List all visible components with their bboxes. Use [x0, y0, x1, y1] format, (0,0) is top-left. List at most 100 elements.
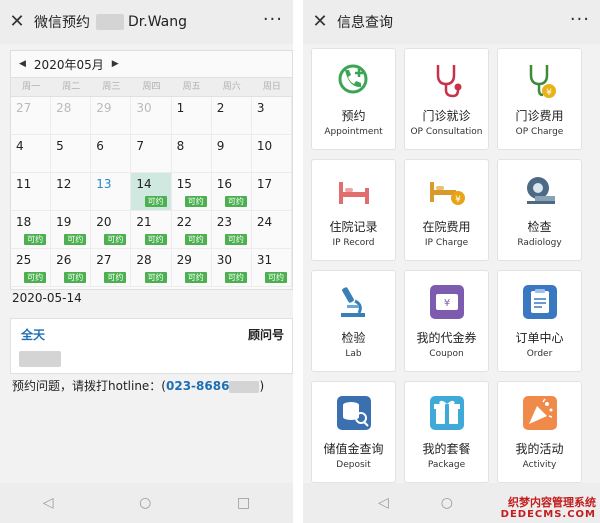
- calendar-day[interactable]: 29: [91, 97, 132, 135]
- close-icon[interactable]: ✕: [303, 0, 337, 44]
- available-badge: 可约: [64, 272, 87, 283]
- calendar-day[interactable]: 4: [11, 135, 52, 173]
- redacted-digits: [229, 380, 260, 393]
- hotline-number[interactable]: 023-8686: [166, 379, 229, 393]
- service-tile[interactable]: 预约 Appointment: [311, 48, 396, 150]
- back-icon[interactable]: ◁: [43, 495, 54, 511]
- calendar-day[interactable]: 2: [211, 97, 252, 135]
- calendar-day[interactable]: 23 可约: [211, 211, 252, 249]
- calendar-day[interactable]: 22 可约: [171, 211, 212, 249]
- calendar-day[interactable]: 8: [171, 135, 212, 173]
- tile-label-en: IP Record: [332, 238, 375, 248]
- ct-scanner-icon: [517, 168, 563, 214]
- calendar-day[interactable]: 20 可约: [91, 211, 132, 249]
- calendar-day[interactable]: 27: [11, 97, 52, 135]
- day-number: 29: [96, 101, 112, 115]
- weekday-label: 周三: [102, 82, 121, 92]
- calendar-day[interactable]: 6: [91, 135, 132, 173]
- close-icon[interactable]: ✕: [0, 0, 34, 44]
- tile-label-cn: 我的活动: [515, 442, 564, 456]
- home-icon[interactable]: ○: [441, 495, 453, 511]
- calendar-day[interactable]: 13: [91, 173, 132, 211]
- calendar-day[interactable]: 24: [251, 211, 292, 249]
- appointment-screen: ✕ 微信预约 Dr.Wang ··· ◀ 2020年05月 ▶ 周一 周二 周三 周四…: [0, 0, 293, 523]
- calendar-day[interactable]: 1: [171, 97, 212, 135]
- service-tile[interactable]: 检验 Lab: [311, 270, 396, 372]
- day-number: 13: [96, 177, 112, 191]
- home-icon[interactable]: ○: [139, 495, 151, 511]
- svg-text:¥: ¥: [455, 195, 461, 205]
- day-number: 28: [56, 101, 72, 115]
- redacted-name: [96, 14, 124, 30]
- calendar-day[interactable]: 18 可约: [11, 211, 52, 249]
- available-badge: 可约: [64, 234, 87, 245]
- page-title: 信息查询: [337, 15, 393, 31]
- calendar-day[interactable]: 28: [51, 97, 92, 135]
- all-day-label: 全天: [21, 328, 46, 342]
- calendar-day[interactable]: 16 可约: [211, 173, 252, 211]
- service-tile[interactable]: ¥ 我的代金券 Coupon: [404, 270, 489, 372]
- service-tile[interactable]: ¥ 在院费用 IP Charge: [404, 159, 489, 261]
- service-tile[interactable]: 我的套餐 Package: [404, 381, 489, 483]
- service-tile[interactable]: 检查 Radiology: [497, 159, 582, 261]
- calendar-day[interactable]: 30 可约: [211, 249, 252, 287]
- more-icon[interactable]: ···: [263, 0, 283, 40]
- calendar-day[interactable]: 29 可约: [171, 249, 212, 287]
- service-tile[interactable]: 门诊就诊 OP Consultation: [404, 48, 489, 150]
- calendar-grid: 27 28 29 30 1 2 3 4 5 6 7 8 9 10 11 12 13 14 可约 15 可约 16 可约 17 1…: [11, 97, 292, 287]
- day-number: 23: [216, 215, 232, 229]
- weekday-label: 周五: [182, 82, 201, 92]
- calendar-day[interactable]: 12: [51, 173, 92, 211]
- gift-icon: [424, 390, 470, 436]
- coupon-icon: ¥: [424, 279, 470, 325]
- prev-month-icon[interactable]: ◀: [19, 59, 26, 69]
- calendar-day[interactable]: 5: [51, 135, 92, 173]
- slot-card[interactable]: 全天 顾问号: [10, 318, 293, 374]
- next-month-icon[interactable]: ▶: [112, 59, 119, 69]
- calendar-day[interactable]: 31 可约: [251, 249, 292, 287]
- calendar-day[interactable]: 15 可约: [171, 173, 212, 211]
- service-tile[interactable]: ¥ 门诊费用 OP Charge: [497, 48, 582, 150]
- calendar-day[interactable]: 7: [131, 135, 172, 173]
- day-number: 12: [56, 177, 72, 191]
- day-number: 15: [176, 177, 192, 191]
- tile-label-en: Appointment: [324, 127, 383, 137]
- weekday-label: 周日: [262, 82, 281, 92]
- calendar-day[interactable]: 11: [11, 173, 52, 211]
- hotline-suffix: ): [259, 379, 265, 393]
- service-tile[interactable]: 住院记录 IP Record: [311, 159, 396, 261]
- phone-plus-icon: [331, 57, 377, 103]
- calendar-day[interactable]: 14 可约: [131, 173, 172, 211]
- calendar-day[interactable]: 9: [211, 135, 252, 173]
- calendar-day[interactable]: 3: [251, 97, 292, 135]
- calendar-day[interactable]: 25 可约: [11, 249, 52, 287]
- tile-label-cn: 预约: [341, 109, 366, 123]
- calendar-day[interactable]: 10: [251, 135, 292, 173]
- tile-label-en: Order: [526, 349, 553, 359]
- calendar-day[interactable]: 30: [131, 97, 172, 135]
- day-number: 2: [216, 101, 225, 115]
- tile-label-en: IP Charge: [424, 238, 469, 248]
- service-tile[interactable]: 订单中心 Order: [497, 270, 582, 372]
- available-badge: 可约: [104, 234, 127, 245]
- back-icon[interactable]: ◁: [378, 495, 389, 511]
- tile-label-cn: 在院费用: [422, 220, 471, 234]
- calendar-header: ◀ 2020年05月 ▶: [11, 51, 292, 77]
- day-number: 4: [16, 139, 24, 153]
- calendar-day[interactable]: 27 可约: [91, 249, 132, 287]
- calendar-day[interactable]: 19 可约: [51, 211, 92, 249]
- day-number: 29: [176, 253, 192, 267]
- service-tile[interactable]: 储值金查询 Deposit: [311, 381, 396, 483]
- calendar-day[interactable]: 17: [251, 173, 292, 211]
- calendar-day[interactable]: 28 可约: [131, 249, 172, 287]
- calendar-day[interactable]: 21 可约: [131, 211, 172, 249]
- tile-label-cn: 我的套餐: [422, 442, 471, 456]
- service-tile[interactable]: 我的活动 Activity: [497, 381, 582, 483]
- day-number: 28: [136, 253, 152, 267]
- day-number: 1: [176, 101, 185, 115]
- day-number: 27: [16, 101, 32, 115]
- calendar-day[interactable]: 26 可约: [51, 249, 92, 287]
- available-badge: 可约: [224, 196, 247, 207]
- recent-apps-icon[interactable]: □: [237, 495, 250, 511]
- more-icon[interactable]: ···: [570, 0, 590, 40]
